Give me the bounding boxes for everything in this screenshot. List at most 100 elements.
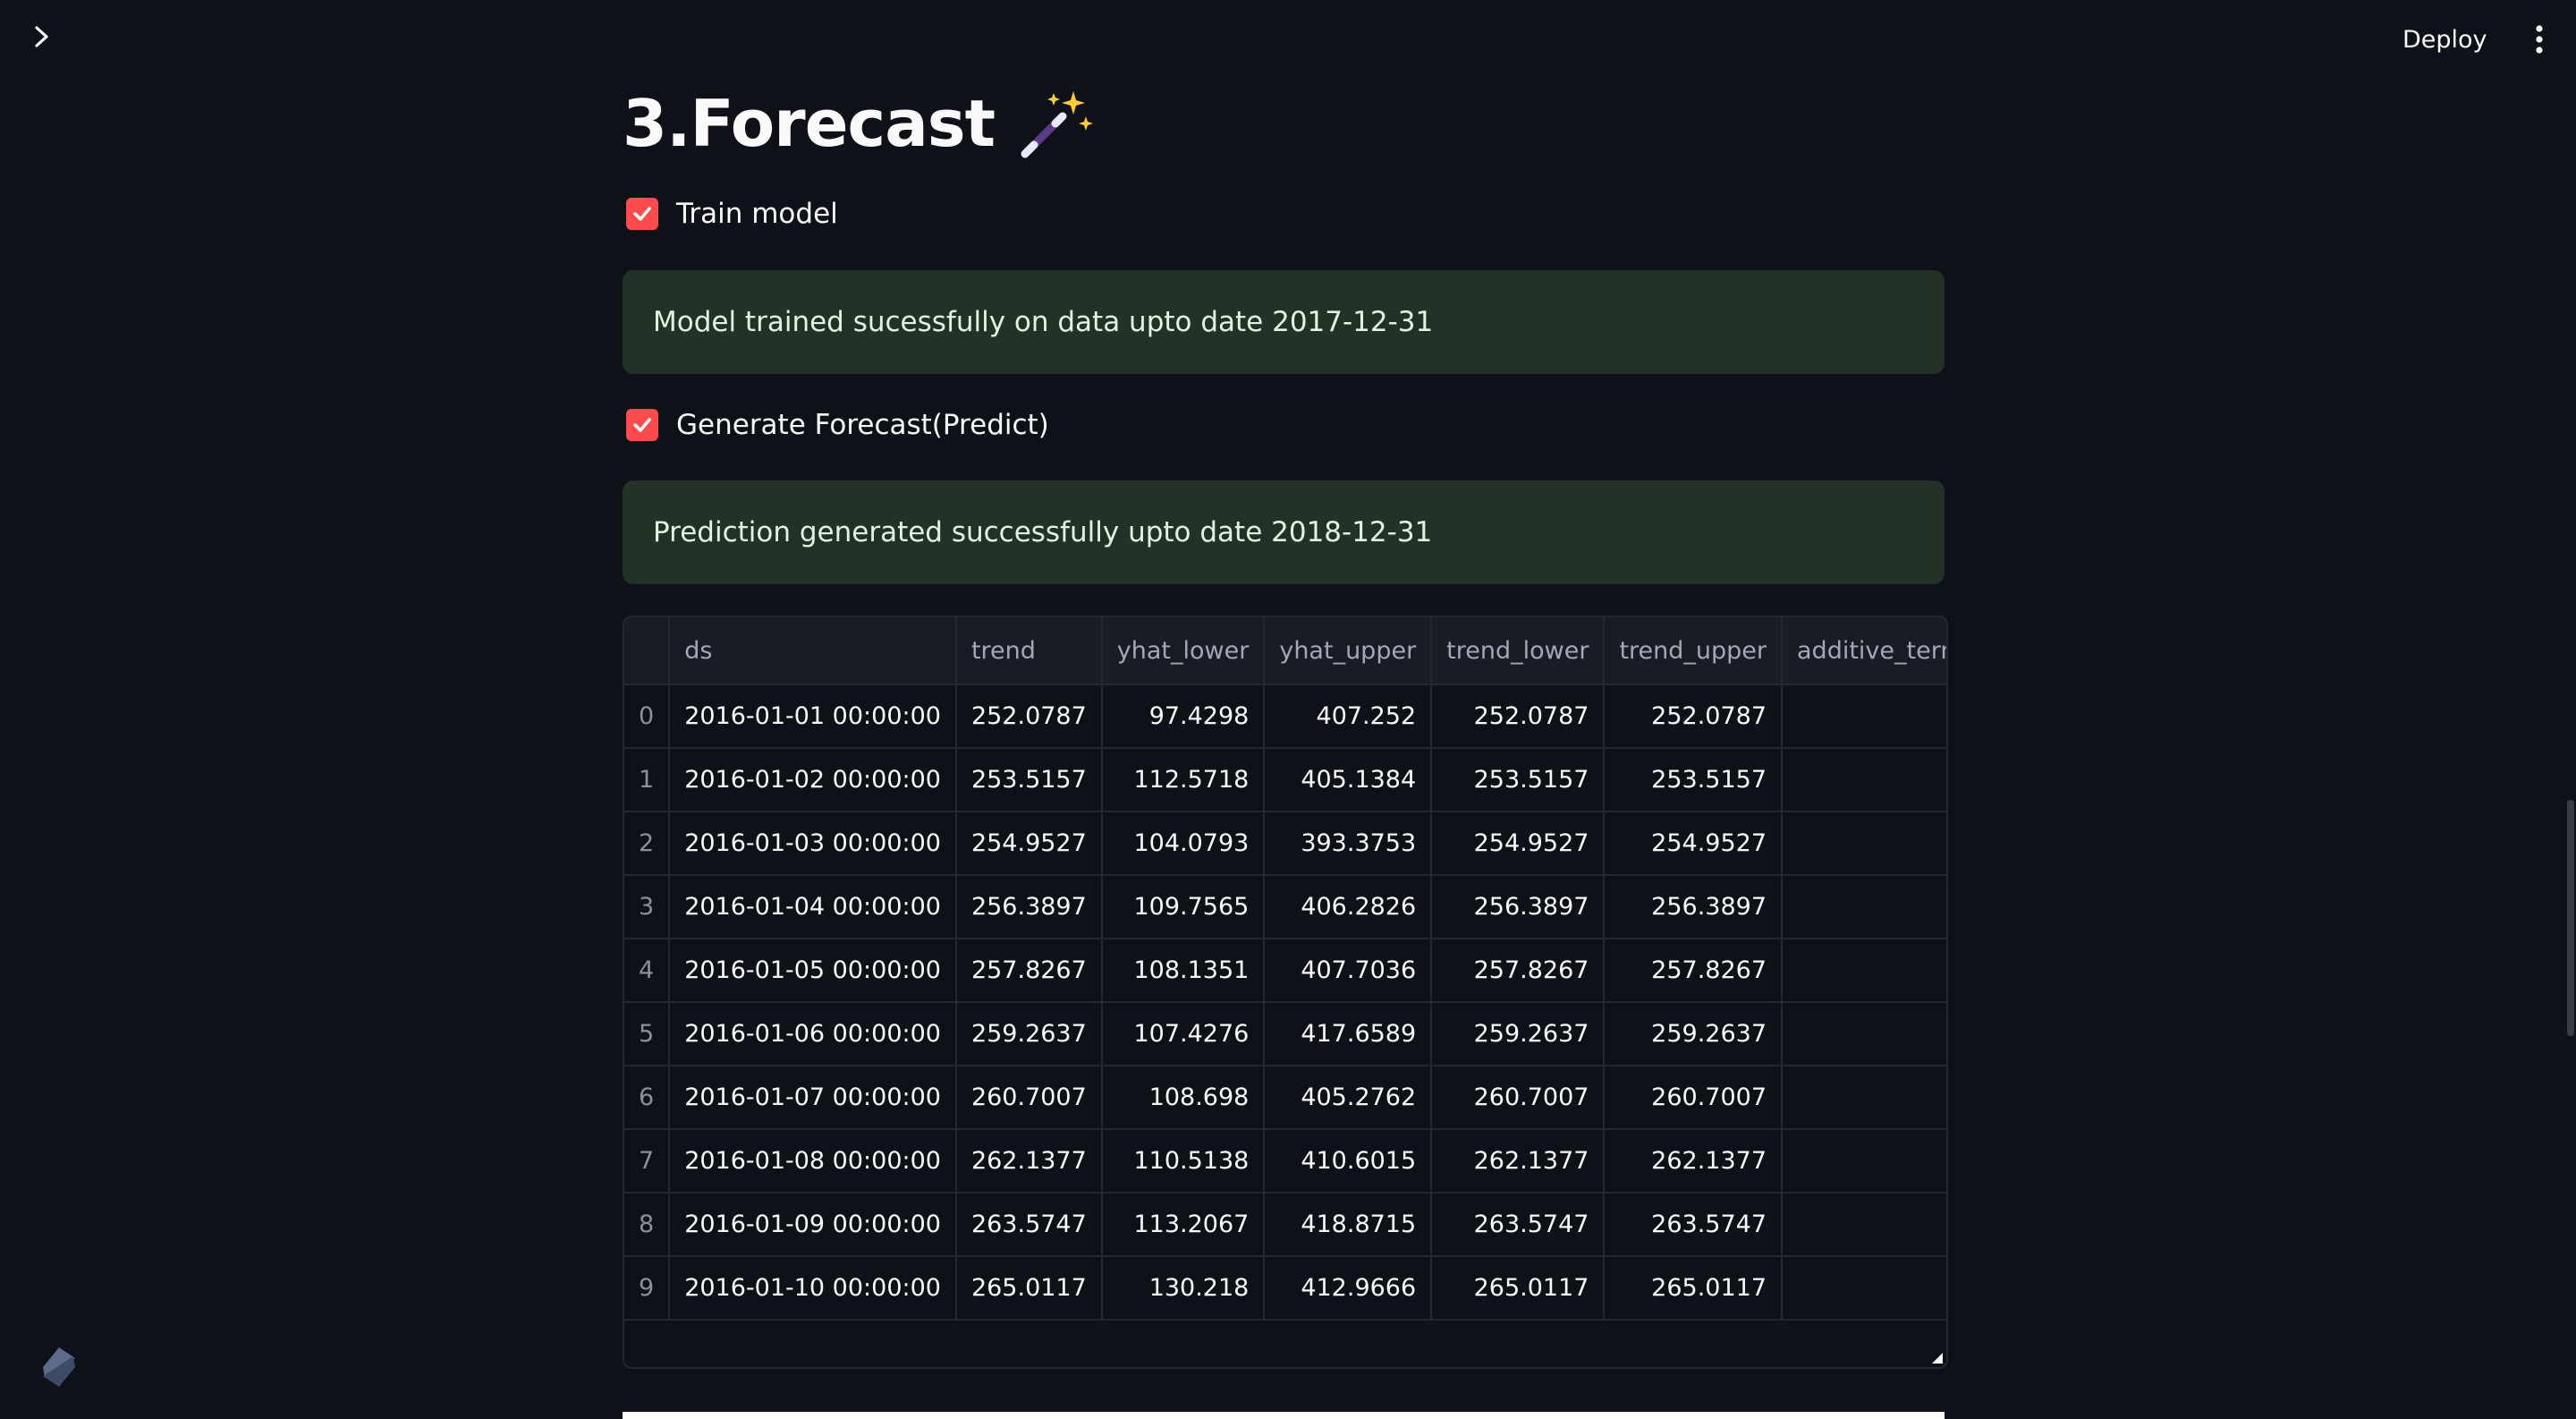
table-cell[interactable]: 0	[1782, 939, 1946, 1003]
table-cell[interactable]: 112.5718	[1101, 748, 1266, 812]
table-cell[interactable]: 0	[1782, 684, 1946, 749]
table-cell[interactable]: 0	[1782, 811, 1946, 876]
table-cell[interactable]: 2016-01-08 00:00:00	[669, 1129, 957, 1194]
page-scrollbar[interactable]	[2567, 800, 2574, 1036]
table-cell[interactable]: 0	[1782, 1129, 1946, 1194]
train-model-checkbox[interactable]: Train model	[623, 198, 838, 230]
table-cell[interactable]: 257.8267	[1431, 939, 1606, 1003]
sidebar-toggle-button[interactable]	[25, 20, 59, 54]
column-header-additive-terms[interactable]: additive_terms	[1782, 617, 1946, 685]
table-cell[interactable]: 260.7007	[955, 1066, 1103, 1130]
table-cell[interactable]: 253.5157	[955, 748, 1103, 812]
table-cell[interactable]: 254.9527	[1604, 811, 1784, 876]
table-cell[interactable]: 0	[1782, 748, 1946, 812]
table-cell[interactable]: 259.2637	[955, 1002, 1103, 1066]
table-cell[interactable]: 407.7036	[1264, 939, 1433, 1003]
row-index-cell[interactable]: 5	[624, 1002, 671, 1066]
table-cell[interactable]: 257.8267	[1604, 939, 1784, 1003]
table-cell[interactable]: 265.0117	[1431, 1256, 1606, 1321]
main-menu-button[interactable]	[2522, 20, 2556, 59]
table-cell[interactable]: 410.6015	[1264, 1129, 1433, 1194]
column-header-ds[interactable]: ds	[669, 617, 957, 685]
row-index-cell[interactable]: 7	[624, 1129, 671, 1194]
table-cell[interactable]: 260.7007	[1604, 1066, 1784, 1130]
table-cell[interactable]: 405.2762	[1264, 1066, 1433, 1130]
row-index-cell[interactable]: 2	[624, 811, 671, 876]
row-index-cell[interactable]: 4	[624, 939, 671, 1003]
table-cell[interactable]: 259.2637	[1431, 1002, 1606, 1066]
column-header-trend-upper[interactable]: trend_upper	[1604, 617, 1784, 685]
table-cell[interactable]: 407.252	[1264, 684, 1433, 749]
train-model-label: Train model	[676, 198, 838, 230]
table-cell[interactable]: 262.1377	[955, 1129, 1103, 1194]
row-index-cell[interactable]: 0	[624, 684, 671, 749]
table-cell[interactable]: 393.3753	[1264, 811, 1433, 876]
row-index-cell[interactable]: 8	[624, 1193, 671, 1257]
table-cell[interactable]: 262.1377	[1431, 1129, 1606, 1194]
forecast-dataframe[interactable]: ds trend yhat_lower yhat_upper trend_lower tr…	[623, 616, 1948, 1369]
table-cell[interactable]: 263.5747	[1431, 1193, 1606, 1257]
table-cell[interactable]: 252.0787	[1431, 684, 1606, 749]
table-cell[interactable]: 2016-01-03 00:00:00	[669, 811, 957, 876]
table-cell[interactable]: 256.3897	[1604, 875, 1784, 939]
table-cell[interactable]: 97.4298	[1101, 684, 1266, 749]
table-cell[interactable]: 418.8715	[1264, 1193, 1433, 1257]
table-cell[interactable]: 2016-01-07 00:00:00	[669, 1066, 957, 1130]
column-header-trend[interactable]: trend	[955, 617, 1103, 685]
table-cell[interactable]: 406.2826	[1264, 875, 1433, 939]
table-cell[interactable]: 0	[1782, 875, 1946, 939]
table-cell[interactable]: 256.3897	[955, 875, 1103, 939]
table-cell[interactable]: 110.5138	[1101, 1129, 1266, 1194]
row-index-cell[interactable]: 3	[624, 875, 671, 939]
table-cell[interactable]: 109.7565	[1101, 875, 1266, 939]
table-cell[interactable]: 0	[1782, 1066, 1946, 1130]
row-index-cell[interactable]: 9	[624, 1256, 671, 1321]
table-cell[interactable]: 265.0117	[955, 1256, 1103, 1321]
table-cell[interactable]: 2016-01-04 00:00:00	[669, 875, 957, 939]
column-header-yhat-lower[interactable]: yhat_lower	[1101, 617, 1266, 685]
table-cell[interactable]: 2016-01-09 00:00:00	[669, 1193, 957, 1257]
table-cell[interactable]: 412.9666	[1264, 1256, 1433, 1321]
table-cell[interactable]: 263.5747	[1604, 1193, 1784, 1257]
table-row: 4 2016-01-05 00:00:00 257.8267 108.1351 407.…	[624, 939, 1946, 1003]
table-cell[interactable]: 108.698	[1101, 1066, 1266, 1130]
deploy-button[interactable]: Deploy	[2388, 18, 2502, 61]
table-cell[interactable]: 254.9527	[1431, 811, 1606, 876]
table-cell[interactable]: 417.6589	[1264, 1002, 1433, 1066]
table-cell[interactable]: 2016-01-05 00:00:00	[669, 939, 957, 1003]
table-cell[interactable]: 405.1384	[1264, 748, 1433, 812]
table-cell[interactable]: 113.2067	[1101, 1193, 1266, 1257]
table-cell[interactable]: 260.7007	[1431, 1066, 1606, 1130]
table-header-row: ds trend yhat_lower yhat_upper trend_lower tr…	[624, 617, 1946, 685]
table-cell[interactable]: 263.5747	[955, 1193, 1103, 1257]
table-cell[interactable]: 2016-01-02 00:00:00	[669, 748, 957, 812]
table-cell[interactable]: 259.2637	[1604, 1002, 1784, 1066]
row-index-cell[interactable]: 6	[624, 1066, 671, 1130]
column-header-trend-lower[interactable]: trend_lower	[1431, 617, 1606, 685]
table-cell[interactable]: 254.9527	[955, 811, 1103, 876]
generate-forecast-checkbox[interactable]: Generate Forecast(Predict)	[623, 409, 1049, 441]
table-cell[interactable]: 252.0787	[955, 684, 1103, 749]
table-cell[interactable]: 104.0793	[1101, 811, 1266, 876]
table-cell[interactable]: 265.0117	[1604, 1256, 1784, 1321]
row-index-cell[interactable]: 1	[624, 748, 671, 812]
table-cell[interactable]: 2016-01-01 00:00:00	[669, 684, 957, 749]
column-header-yhat-upper[interactable]: yhat_upper	[1264, 617, 1433, 685]
table-cell[interactable]: 130.218	[1101, 1256, 1266, 1321]
table-cell[interactable]: 2016-01-06 00:00:00	[669, 1002, 957, 1066]
table-cell[interactable]: 252.0787	[1604, 684, 1784, 749]
table-cell[interactable]: 262.1377	[1604, 1129, 1784, 1194]
column-header-index[interactable]	[624, 617, 671, 685]
table-cell[interactable]: 253.5157	[1431, 748, 1606, 812]
table-cell[interactable]: 253.5157	[1604, 748, 1784, 812]
table-cell[interactable]: 0	[1782, 1002, 1946, 1066]
resize-handle-icon[interactable]	[1932, 1353, 1943, 1364]
table-row: 3 2016-01-04 00:00:00 256.3897 109.7565 406.…	[624, 875, 1946, 939]
table-cell[interactable]: 256.3897	[1431, 875, 1606, 939]
table-cell[interactable]: 0	[1782, 1193, 1946, 1257]
table-cell[interactable]: 0	[1782, 1256, 1946, 1321]
table-cell[interactable]: 107.4276	[1101, 1002, 1266, 1066]
table-cell[interactable]: 108.1351	[1101, 939, 1266, 1003]
table-cell[interactable]: 2016-01-10 00:00:00	[669, 1256, 957, 1321]
table-cell[interactable]: 257.8267	[955, 939, 1103, 1003]
